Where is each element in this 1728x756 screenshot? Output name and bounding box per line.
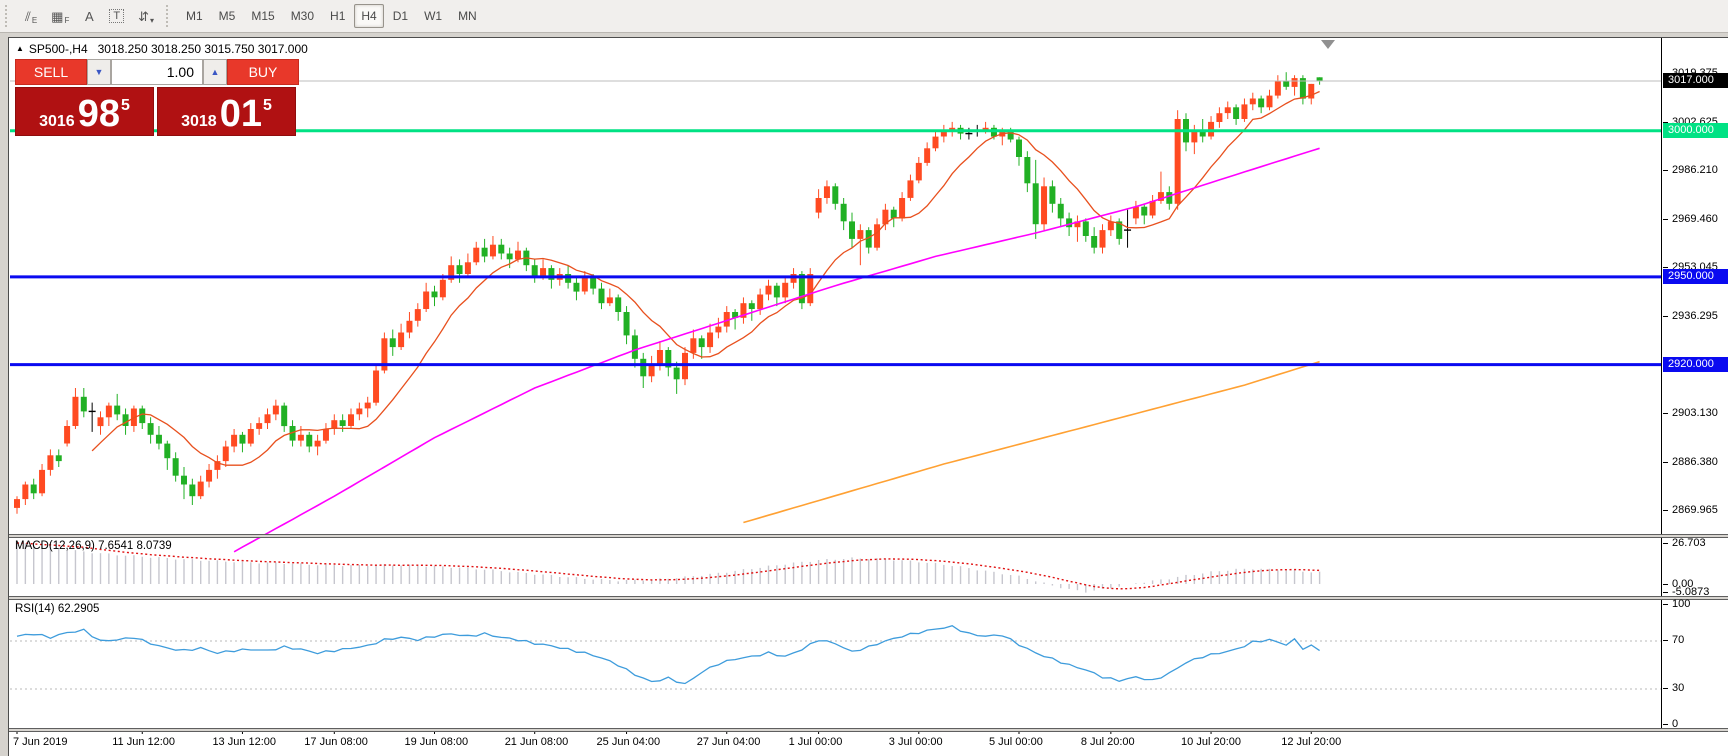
timeframe-h1-button[interactable]: H1 [323, 4, 352, 28]
time-axis-label: 25 Jun 04:00 [597, 736, 661, 748]
rsi-pane-splitter[interactable] [9, 596, 1728, 600]
buy-button[interactable]: BUY [227, 59, 299, 85]
timeframe-h4-button[interactable]: H4 [354, 4, 383, 28]
toolbar-grip[interactable] [5, 5, 11, 27]
time-axis-label: 19 Jun 08:00 [405, 736, 469, 748]
timeframe-mn-button[interactable]: MN [451, 4, 484, 28]
time-axis-label: 17 Jun 08:00 [304, 736, 368, 748]
macd-pane-splitter[interactable] [9, 534, 1728, 538]
timeframe-m5-button[interactable]: M5 [212, 4, 243, 28]
volume-increase-button[interactable]: ▲ [203, 59, 227, 85]
time-axis-label: 27 Jun 04:00 [697, 736, 761, 748]
time-axis-label: 10 Jul 20:00 [1181, 736, 1241, 748]
price-line-badge: 2950.000 [1663, 269, 1728, 284]
symbol-period-label: SP500-,H4 [29, 42, 88, 56]
timeframe-m1-button[interactable]: M1 [179, 4, 210, 28]
price-tick-label: 2903.130 [1672, 407, 1728, 420]
one-click-trading-panel: SELL ▼ ▲ BUY 3016985 3018015 [15, 59, 299, 136]
macd-label: MACD(12,26,9) 7.6541 8.0739 [15, 540, 172, 552]
chart-title: ▲ SP500-,H4 3018.250 3018.250 3015.750 301… [16, 42, 308, 56]
price-line-badge: 3017.000 [1663, 73, 1728, 88]
rsi-axis-label: 30 [1672, 682, 1728, 695]
indicator-grid-button[interactable]: ▦F [44, 4, 76, 28]
text-label-icon: T [109, 9, 124, 23]
timeframe-w1-button[interactable]: W1 [417, 4, 449, 28]
sell-price-main: 98 [78, 97, 120, 131]
time-axis-label: 13 Jun 12:00 [212, 736, 276, 748]
price-tick-label: 2969.460 [1672, 213, 1728, 226]
time-axis-label: 8 Jul 20:00 [1081, 736, 1135, 748]
text-label-button[interactable]: T [102, 4, 131, 28]
price-tick-label: 2936.295 [1672, 310, 1728, 323]
timeframe-m30-button[interactable]: M30 [284, 4, 321, 28]
time-axis-label: 3 Jul 00:00 [889, 736, 943, 748]
collapse-trade-panel-icon[interactable]: ▲ [16, 44, 24, 53]
buy-price-prefix: 3018 [181, 113, 217, 131]
time-axis-splitter [9, 728, 1728, 732]
price-line-badge: 3000.000 [1663, 123, 1728, 138]
price-tick-label: 2886.380 [1672, 456, 1728, 469]
shapes-icon: ⇵ [138, 10, 149, 23]
sell-price-display[interactable]: 3016985 [15, 87, 154, 136]
rsi-axis-label: 0 [1672, 718, 1728, 731]
toolbar-grip-2[interactable] [166, 5, 172, 27]
time-axis-label: 5 Jul 00:00 [989, 736, 1043, 748]
indicator-grid-icon: ▦ [51, 10, 63, 23]
macd-axis-label: 26.703 [1672, 537, 1728, 550]
main-toolbar: ⫽E▦F A T ⇵▾ M1M5M15M30H1H4D1W1MN [0, 0, 1728, 33]
time-axis-label: 1 Jul 00:00 [789, 736, 843, 748]
arrows-icon: A [85, 10, 94, 23]
chart-window: ▲ SP500-,H4 3018.250 3018.250 3015.750 301… [8, 37, 1728, 756]
arrows-button[interactable]: A [76, 4, 102, 28]
price-tick-label: 2869.965 [1672, 504, 1728, 517]
time-axis-label: 11 Jun 12:00 [112, 736, 175, 748]
volume-decrease-button[interactable]: ▼ [87, 59, 111, 85]
ohlc-readout: 3018.250 3018.250 3015.750 3017.000 [98, 42, 308, 56]
sell-price-prefix: 3016 [39, 113, 75, 131]
time-axis-label: 21 Jun 08:00 [505, 736, 569, 748]
sell-price-sup: 5 [121, 97, 130, 115]
sell-button[interactable]: SELL [15, 59, 87, 85]
buy-price-main: 01 [220, 97, 262, 131]
shapes-button[interactable]: ⇵▾ [131, 4, 161, 28]
time-axis-label: 7 Jun 2019 [13, 736, 67, 748]
rsi-axis-label: 70 [1672, 634, 1728, 647]
timeframe-m15-button[interactable]: M15 [244, 4, 281, 28]
timeframe-d1-button[interactable]: D1 [386, 4, 415, 28]
line-studies-icon: ⫽ [25, 10, 31, 23]
time-axis-label: 12 Jul 20:00 [1281, 736, 1341, 748]
line-studies-button[interactable]: ⫽E [18, 4, 44, 28]
buy-price-sup: 5 [263, 97, 272, 115]
volume-input[interactable] [111, 59, 203, 85]
buy-price-display[interactable]: 3018015 [157, 87, 296, 136]
price-tick-label: 2986.210 [1672, 164, 1728, 177]
chart-shift-marker-icon[interactable] [1321, 40, 1335, 49]
price-chart-canvas[interactable] [9, 38, 1728, 756]
rsi-label: RSI(14) 62.2905 [15, 603, 99, 615]
rsi-axis-label: 100 [1672, 598, 1728, 611]
price-line-badge: 2920.000 [1663, 357, 1728, 372]
